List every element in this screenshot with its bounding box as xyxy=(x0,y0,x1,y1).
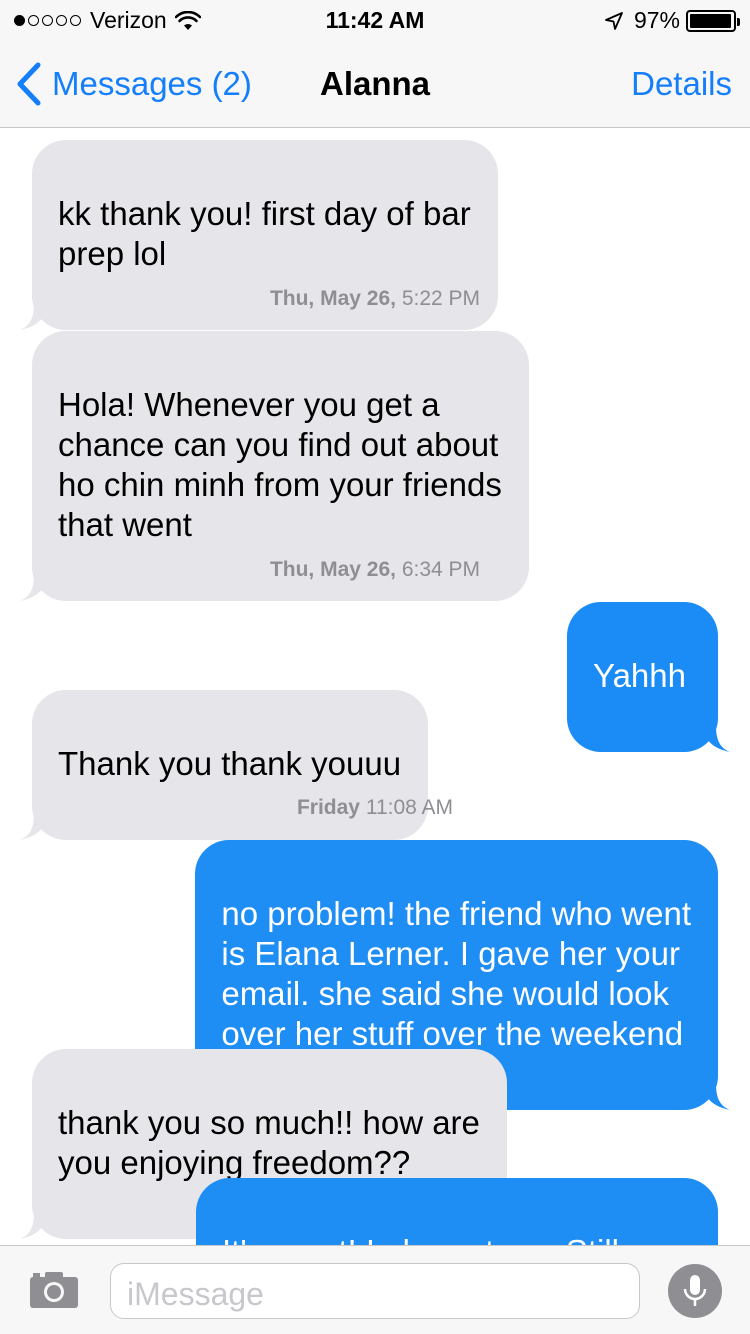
camera-button[interactable] xyxy=(28,1270,80,1315)
message-text: no problem! the friend who went is Elana… xyxy=(221,895,691,1052)
message-text: kk thank you! first day of bar prep lol xyxy=(58,195,471,272)
microphone-button[interactable] xyxy=(668,1264,722,1318)
timestamp: Friday 11:08 AM xyxy=(296,796,454,819)
outgoing-message[interactable]: Yahhh xyxy=(567,602,730,752)
location-arrow-icon xyxy=(605,11,623,30)
conversation-thread[interactable]: kk thank you! first day of bar prep lol … xyxy=(0,129,750,1245)
message-text: Yahhh xyxy=(593,657,686,694)
battery-percent: 97% xyxy=(633,7,680,33)
timestamp: Thu, May 26, 5:22 PM xyxy=(269,287,481,310)
message-input-bar: iMessage xyxy=(0,1245,750,1334)
outgoing-message[interactable]: It's great! In hamptons. Still xyxy=(196,1178,718,1245)
status-bar: Verizon 11:42 AM 97% xyxy=(0,0,750,40)
imessage-placeholder: iMessage xyxy=(127,1276,264,1312)
navigation-bar: Messages (2) Alanna Details xyxy=(0,40,750,128)
timestamp: Thu, May 26, 6:34 PM xyxy=(269,558,481,581)
camera-icon xyxy=(30,1272,78,1308)
message-text: Hola! Whenever you get a chance can you … xyxy=(58,386,502,543)
message-text: Thank you thank youuu xyxy=(58,745,402,782)
imessage-input[interactable]: iMessage xyxy=(110,1263,640,1319)
message-text: It's great! In hamptons. Still xyxy=(222,1233,619,1245)
message-text: thank you so much!! how are you enjoying… xyxy=(58,1104,480,1181)
status-right: 97% xyxy=(604,7,740,34)
battery-level-fill xyxy=(690,13,731,28)
details-button[interactable]: Details xyxy=(631,65,732,103)
battery-icon xyxy=(686,9,740,32)
microphone-icon xyxy=(683,1275,707,1306)
